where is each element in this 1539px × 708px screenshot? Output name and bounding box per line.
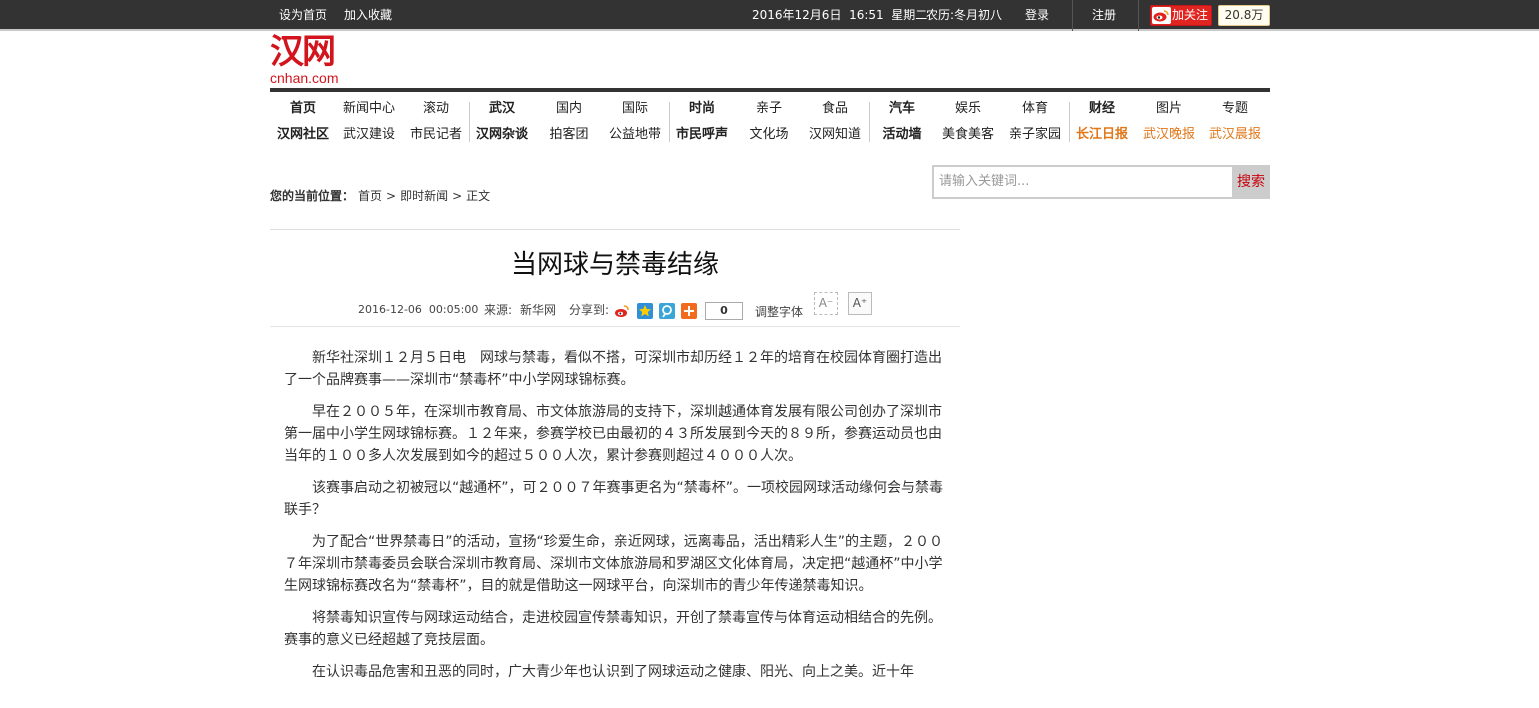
breadcrumb-label: 您的当前位置： [270,189,355,203]
nav-link[interactable]: 汉网社区 [270,122,336,148]
nav-link[interactable]: 专题 [1202,96,1268,122]
article-paragraph: 在认识毒品危害和丑恶的同时，广大青少年也认识到了网球运动之健康、阳光、向上之美。… [312,664,914,680]
nav-link[interactable]: 武汉晚报 [1136,122,1202,148]
nav-link[interactable]: 市民记者 [403,122,469,148]
login-link[interactable]: 登录 [1025,0,1049,31]
nav-link[interactable]: 汉网杂谈 [469,122,535,148]
breadcrumb-separator: > [452,189,463,203]
weibo-icon [1152,7,1171,24]
main-nav: 首页 新闻中心 滚动 武汉 国内 国际 时尚 亲子 食品 汽车 娱乐 体育 财经 图片 专题汉网社区 武汉建设… [270,96,1270,148]
nav-link[interactable]: 文化场 [736,122,802,148]
nav-link[interactable]: 活动墙 [869,122,935,148]
nav-link[interactable]: 时尚 [669,96,735,122]
article-date: 2016-12-06 00:05:00 [358,303,479,316]
nav-link[interactable]: 武汉建设 [336,122,402,148]
add-favorite-link[interactable]: 加入收藏 [344,0,392,31]
search-button[interactable]: 搜索 [1232,165,1270,199]
nav-link[interactable]: 国际 [602,96,668,122]
nav-link[interactable]: 亲子 [736,96,802,122]
search-input[interactable]: 请输入关键词... [932,165,1233,199]
divider [270,326,960,327]
article-paragraph: 早在２００５年，在深圳市教育局、市文体旅游局的支持下，深圳越通体育发展有限公司创… [284,404,942,464]
weibo-follow-button[interactable]: 加关注 [1150,5,1212,26]
more-share-icon[interactable] [681,303,697,319]
article-paragraph: 新华社深圳１２月５日电 网球与禁毒，看似不搭，可深圳市却历经１２年的培育在校园体… [284,350,942,388]
article-source: 新华网 [520,303,557,317]
nav-link[interactable]: 娱乐 [935,96,1001,122]
nav-divider [1069,102,1070,142]
font-decrease-button[interactable]: A⁻ [814,292,838,315]
follow-label: 加关注 [1172,8,1209,22]
nav-link[interactable]: 滚动 [403,96,469,122]
article-title: 当网球与禁毒结缘 [510,250,719,280]
breadcrumb: 您的当前位置： 首页 > 即时新闻 > 正文 [270,186,494,206]
nav-link[interactable]: 公益地带 [602,122,668,148]
nav-divider [469,102,470,142]
nav-link[interactable]: 亲子家园 [1002,122,1068,148]
article-body: 新华社深圳１２月５日电 网球与禁毒，看似不搭，可深圳市却历经１２年的培育在校园体… [284,347,946,693]
breadcrumb-home[interactable]: 首页 [358,189,382,203]
nav-link[interactable]: 图片 [1136,96,1202,122]
nav-link[interactable]: 食品 [802,96,868,122]
nav-link[interactable]: 汉网知道 [802,122,868,148]
nav-link[interactable]: 国内 [536,96,602,122]
set-home-link[interactable]: 设为首页 [279,0,327,31]
nav-link[interactable]: 新闻中心 [336,96,402,122]
nav-link[interactable]: 首页 [270,96,336,122]
logo-chinese: 汉网 [270,32,336,72]
site-logo[interactable]: 汉网 cnhan.com [270,32,352,86]
nav-link[interactable]: 拍客团 [536,122,602,148]
breadcrumb-news[interactable]: 即时新闻 [400,189,448,203]
nav-divider [669,102,670,142]
font-adjust-label: 调整字体 [755,305,804,319]
divider [1138,0,1139,31]
nav-link[interactable]: 市民呼声 [669,122,735,148]
divider [270,229,960,230]
nav-divider [869,102,870,142]
divider [1072,0,1073,31]
qzone-share-icon[interactable] [637,303,653,319]
article-paragraph: 该赛事启动之初被冠以“越通杯”，可２００７年赛事更名为“禁毒杯”。一项校园网球活… [284,480,944,518]
share-label: 分享到: [569,303,610,317]
top-bar: 设为首页 加入收藏 2016年12月6日 16:51 星期二 农历:冬月初八 登… [0,0,1539,31]
lunar-date: 农历:冬月初八 [926,8,1003,22]
nav-link[interactable]: 财经 [1069,96,1135,122]
breadcrumb-current: 正文 [466,189,491,203]
sina-weibo-share-icon[interactable] [614,303,630,319]
share-count: 0 [705,302,743,320]
nav-link[interactable]: 汽车 [869,96,935,122]
follower-count: 20.8万 [1218,5,1270,26]
datetime: 2016年12月6日 16:51 星期二 [752,8,928,22]
article-paragraph: 为了配合“世界禁毒日”的活动，宣扬“珍爱生命，亲近网球，远离毒品，活出精彩人生”… [284,534,944,594]
nav-link[interactable]: 武汉晨报 [1202,122,1268,148]
register-link[interactable]: 注册 [1092,0,1116,31]
tencent-weibo-share-icon[interactable] [659,303,675,319]
breadcrumb-separator: > [386,189,397,203]
nav-top-border [270,88,1270,92]
logo-english: cnhan.com [270,70,339,86]
source-label: 来源: [484,303,513,317]
nav-link[interactable]: 长江日报 [1069,122,1135,148]
article-paragraph: 将禁毒知识宣传与网球运动结合，走进校园宣传禁毒知识，开创了禁毒宣传与体育运动相结… [284,610,942,648]
nav-link[interactable]: 体育 [1002,96,1068,122]
nav-link[interactable]: 武汉 [469,96,535,122]
nav-link[interactable]: 美食美客 [935,122,1001,148]
font-increase-button[interactable]: A⁺ [848,292,872,315]
